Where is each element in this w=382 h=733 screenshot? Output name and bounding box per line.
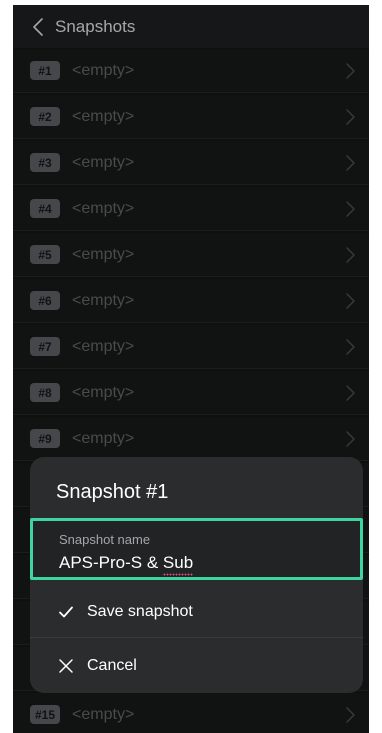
dialog-title: Snapshot #1 [56,481,169,503]
spellcheck-underline [163,573,193,576]
snapshots-screen: Snapshots #1 <empty> #2 <empty> #3 <empt… [13,5,369,733]
close-icon [59,659,73,673]
snapshot-name-field[interactable]: Snapshot name [30,518,363,580]
save-snapshot-button[interactable]: Save snapshot [30,584,363,640]
cancel-label: Cancel [87,657,137,674]
snapshot-name-input[interactable] [59,553,339,573]
cancel-button[interactable]: Cancel [30,637,363,693]
save-snapshot-label: Save snapshot [87,603,193,620]
snapshot-dialog: Snapshot #1 Snapshot name Save snapshot … [30,457,363,693]
snapshot-name-label: Snapshot name [59,532,151,547]
checkmark-icon [59,606,73,618]
